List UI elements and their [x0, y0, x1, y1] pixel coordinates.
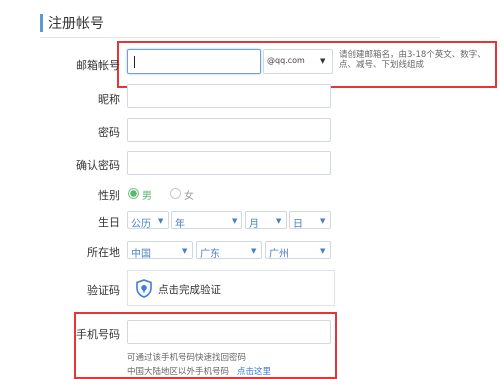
gender-male-label: 男 — [142, 191, 152, 202]
gender-female-label: 女 — [184, 191, 194, 202]
captcha-button[interactable]: 点击完成验证 — [127, 270, 335, 306]
phone-hint: 可通过该手机号码快速找回密码 — [127, 353, 247, 363]
phone-overseas-hint: 中国大陆地区以外手机号码 — [127, 367, 230, 377]
location-province-select[interactable]: 广东 ▼ — [196, 241, 262, 260]
birthday-year-value: 年 — [175, 219, 185, 230]
text-caret — [134, 56, 135, 68]
phone-input[interactable] — [127, 320, 331, 344]
chevron-down-icon: ▼ — [320, 57, 326, 65]
email-hint: 请创建邮箱名，由3-18个英文、数字、点、减号、下划线组成 — [339, 50, 486, 70]
email-domain-select[interactable]: @qq.com ▼ — [263, 49, 333, 74]
chevron-down-icon: ▼ — [182, 247, 188, 255]
birthday-year-select[interactable]: 年 ▼ — [171, 211, 242, 230]
phone-label: 手机号码 — [76, 328, 120, 341]
captcha-text: 点击完成验证 — [158, 284, 221, 296]
location-city-select[interactable]: 广州 ▼ — [265, 241, 331, 260]
birthday-month-value: 月 — [249, 219, 259, 230]
birthday-calendar-select[interactable]: 公历 ▼ — [127, 211, 169, 230]
location-country-value: 中国 — [131, 249, 151, 260]
chevron-down-icon: ▼ — [158, 217, 164, 225]
chevron-down-icon: ▼ — [251, 247, 257, 255]
nickname-input[interactable] — [127, 84, 331, 108]
location-country-select[interactable]: 中国 ▼ — [127, 241, 193, 260]
section-divider — [40, 37, 440, 38]
confirm-password-label: 确认密码 — [76, 159, 120, 172]
shield-icon — [136, 279, 152, 302]
location-province-value: 广东 — [200, 249, 220, 260]
birthday-day-select[interactable]: 日 ▼ — [289, 211, 331, 230]
gender-male-radio[interactable] — [128, 188, 139, 199]
chevron-down-icon: ▼ — [320, 217, 326, 225]
phone-overseas-link[interactable]: 点击这里 — [237, 365, 271, 377]
nickname-label: 昵称 — [98, 93, 120, 106]
birthday-label: 生日 — [98, 216, 120, 229]
confirm-password-input[interactable] — [127, 151, 331, 175]
chevron-down-icon: ▼ — [232, 217, 238, 225]
section-accent-bar — [40, 14, 43, 32]
password-input[interactable] — [127, 118, 331, 142]
captcha-label: 验证码 — [87, 284, 120, 297]
birthday-month-select[interactable]: 月 ▼ — [245, 211, 287, 230]
birthday-day-value: 日 — [293, 219, 303, 230]
section-title: 注册帐号 — [48, 16, 104, 32]
birthday-calendar-value: 公历 — [131, 219, 151, 230]
chevron-down-icon: ▼ — [320, 247, 326, 255]
location-label: 所在地 — [87, 246, 120, 259]
email-input[interactable] — [127, 49, 261, 74]
email-domain-value: @qq.com — [267, 56, 305, 65]
gender-label: 性别 — [98, 189, 120, 202]
location-city-value: 广州 — [269, 249, 289, 260]
email-label: 邮箱帐号 — [76, 59, 120, 72]
gender-female-radio[interactable] — [170, 188, 181, 199]
chevron-down-icon: ▼ — [276, 217, 282, 225]
password-label: 密码 — [98, 126, 120, 139]
